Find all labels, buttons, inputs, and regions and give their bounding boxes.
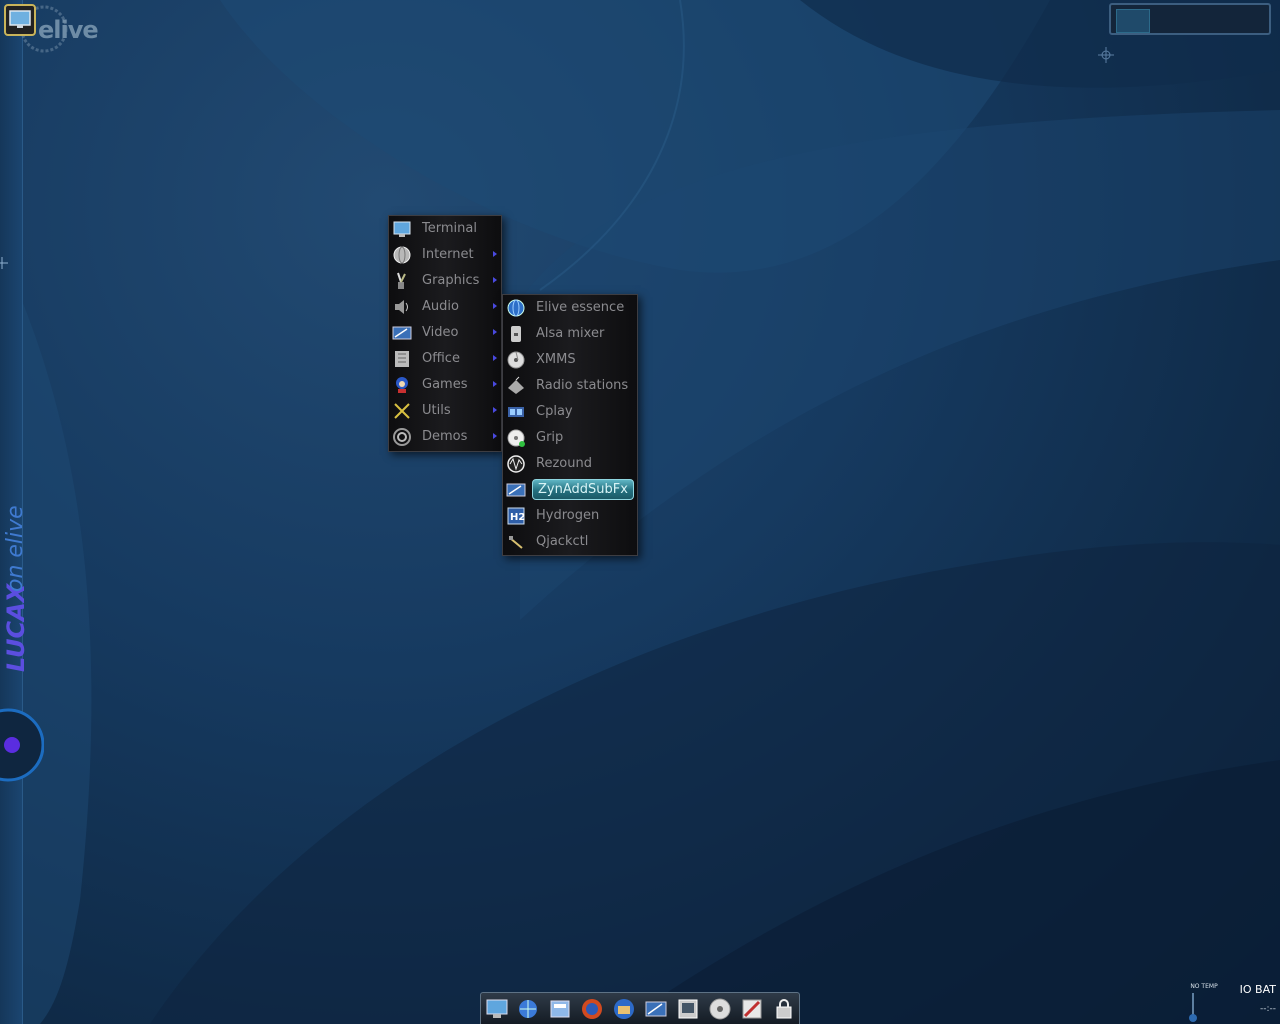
submenu-item-alsa-mixer[interactable]: Alsa mixer [503,321,637,347]
crosshair-icon [1098,47,1114,63]
menu-item-label: Alsa mixer [536,326,605,341]
main-menu: Terminal Internet Graphics Audio Video O… [388,215,502,452]
menu-item-utils[interactable]: Utils [389,398,501,424]
submenu-arrow-icon [493,303,497,309]
utils-icon [394,403,410,419]
menu-item-audio[interactable]: Audio [389,294,501,320]
submenu-item-elive-essence[interactable]: Elive essence [503,295,637,321]
submenu-arrow-icon [493,251,497,257]
elive-brand-text: elive [38,16,99,44]
menu-item-video[interactable]: Video [389,320,501,346]
battery-value: --:-- [1259,1004,1276,1014]
menu-item-label: Graphics [422,273,480,288]
terminal-icon [393,221,411,237]
cd-burner-icon[interactable] [708,997,732,1021]
submenu-item-qjackctl[interactable]: Qjackctl [503,529,637,555]
submenu-item-radio-stations[interactable]: Radio stations [503,373,637,399]
menu-item-label: Audio [422,299,459,314]
lucax-brand-logo: LUCAX on elive [0,360,36,680]
terminal-icon[interactable] [485,997,509,1021]
temp-label: NO TEMP [1190,983,1218,990]
photo-icon[interactable] [676,997,700,1021]
lock-icon[interactable] [772,997,796,1021]
wave-icon [507,455,525,473]
submenu-item-grip[interactable]: Grip [503,425,637,451]
cd-icon [507,351,525,369]
menu-item-label: Video [422,325,459,340]
start-menu-button[interactable] [4,4,36,36]
menu-item-label: ZynAddSubFx [532,479,634,500]
svg-text:H2: H2 [510,512,525,523]
firefox-icon[interactable] [580,997,604,1021]
desktop-wallpaper [0,0,1280,1024]
submenu-item-xmms[interactable]: XMMS [503,347,637,373]
menu-item-label: Qjackctl [536,534,589,549]
submenu-item-zynaddsubfx[interactable]: ZynAddSubFx [503,477,637,503]
pager-desktop-1[interactable] [1116,9,1150,33]
menu-item-label: Terminal [422,221,477,236]
audio-submenu: Elive essence Alsa mixer XMMS Radio stat… [502,294,638,556]
video-icon [392,326,412,340]
submenu-arrow-icon [493,277,497,283]
menu-item-office[interactable]: Office [389,346,501,372]
file-manager-icon[interactable] [548,997,572,1021]
games-icon [396,377,408,393]
mail-icon[interactable] [612,997,636,1021]
jack-icon [509,536,523,549]
menu-item-label: Elive essence [536,300,625,315]
orb-widget[interactable] [0,708,45,782]
menu-item-label: Radio stations [536,378,629,393]
monitor-icon [9,10,31,28]
hydrogen-icon: H2 [507,507,525,525]
menu-item-label: Office [422,351,460,366]
menu-item-graphics[interactable]: Graphics [389,268,501,294]
cplay-icon [508,407,524,417]
menu-item-label: Utils [422,403,451,418]
graphics-icon [397,272,406,289]
svg-text:LUCAX: LUCAX [2,582,30,672]
radio-icon [508,376,524,394]
audio-icon [395,300,408,314]
video-editor-icon[interactable] [644,997,668,1021]
thermometer-bulb [1189,1014,1197,1022]
temperature-gauge: NO TEMP [1186,983,1222,1023]
submenu-arrow-icon [493,433,497,439]
mixer-icon [511,326,521,342]
submenu-item-cplay[interactable]: Cplay [503,399,637,425]
submenu-arrow-icon [493,381,497,387]
menu-item-label: XMMS [536,352,576,367]
submenu-item-rezound[interactable]: Rezound [503,451,637,477]
image-editor-icon[interactable] [740,997,764,1021]
menu-item-label: Games [422,377,468,392]
synth-icon [506,483,526,497]
disc-icon [507,429,525,447]
submenu-arrow-icon [493,407,497,413]
submenu-arrow-icon [493,329,497,335]
network-icon[interactable] [516,997,540,1021]
crosshair-left-icon [0,254,8,269]
virtual-desktop-pager[interactable] [1109,3,1271,35]
menu-item-label: Demos [422,429,468,444]
menu-item-internet[interactable]: Internet [389,242,501,268]
globe-icon [507,299,525,317]
dock-bar [480,992,800,1024]
submenu-item-hydrogen[interactable]: H2 Hydrogen [503,503,637,529]
menu-item-demos[interactable]: Demos [389,424,501,450]
menu-item-label: Hydrogen [536,508,600,523]
submenu-arrow-icon [493,355,497,361]
menu-item-label: Cplay [536,404,573,419]
battery-label: IO BAT [1239,983,1276,996]
menu-item-games[interactable]: Games [389,372,501,398]
menu-item-label: Grip [536,430,564,445]
menu-item-terminal[interactable]: Terminal [389,216,501,242]
demos-icon [393,428,411,446]
battery-monitor: IO BAT --:-- [1232,983,1280,1023]
office-icon [395,351,409,367]
menu-item-label: Internet [422,247,474,262]
svg-text:on elive: on elive [3,505,28,592]
menu-item-label: Rezound [536,456,592,471]
internet-icon [393,246,411,264]
